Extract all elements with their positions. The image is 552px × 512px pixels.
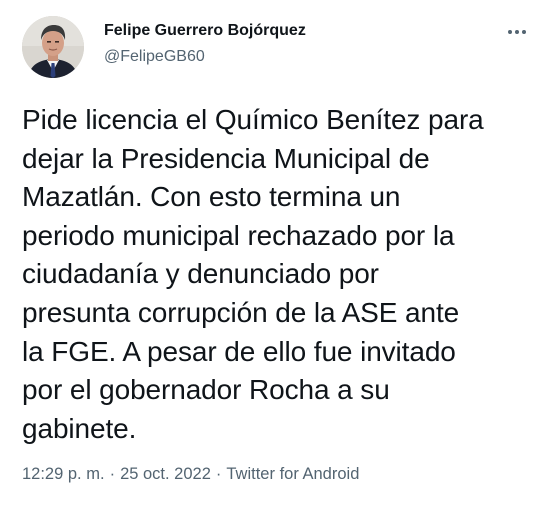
more-options-button[interactable] xyxy=(500,20,534,44)
tweet-meta: 12:29 p. m. · 25 oct. 2022 · Twitter for And… xyxy=(22,463,359,485)
meta-separator: · xyxy=(109,465,116,483)
tweet-text: Pide licencia el Químico Benítez para de… xyxy=(22,104,484,444)
profile-photo-icon xyxy=(22,16,84,78)
tweet-time[interactable]: 12:29 p. m. xyxy=(22,465,105,483)
tweet-source[interactable]: Twitter for Android xyxy=(226,465,359,483)
avatar[interactable] xyxy=(22,16,84,78)
author-name[interactable]: Felipe Guerrero Bojórquez xyxy=(104,21,306,41)
more-dots-icon xyxy=(508,30,526,34)
tweet-date[interactable]: 25 oct. 2022 xyxy=(120,465,211,483)
tweet-card: Felipe Guerrero Bojórquez @FelipeGB60 Pi… xyxy=(0,0,552,512)
author-handle[interactable]: @FelipeGB60 xyxy=(104,47,205,67)
meta-separator: · xyxy=(215,465,222,483)
